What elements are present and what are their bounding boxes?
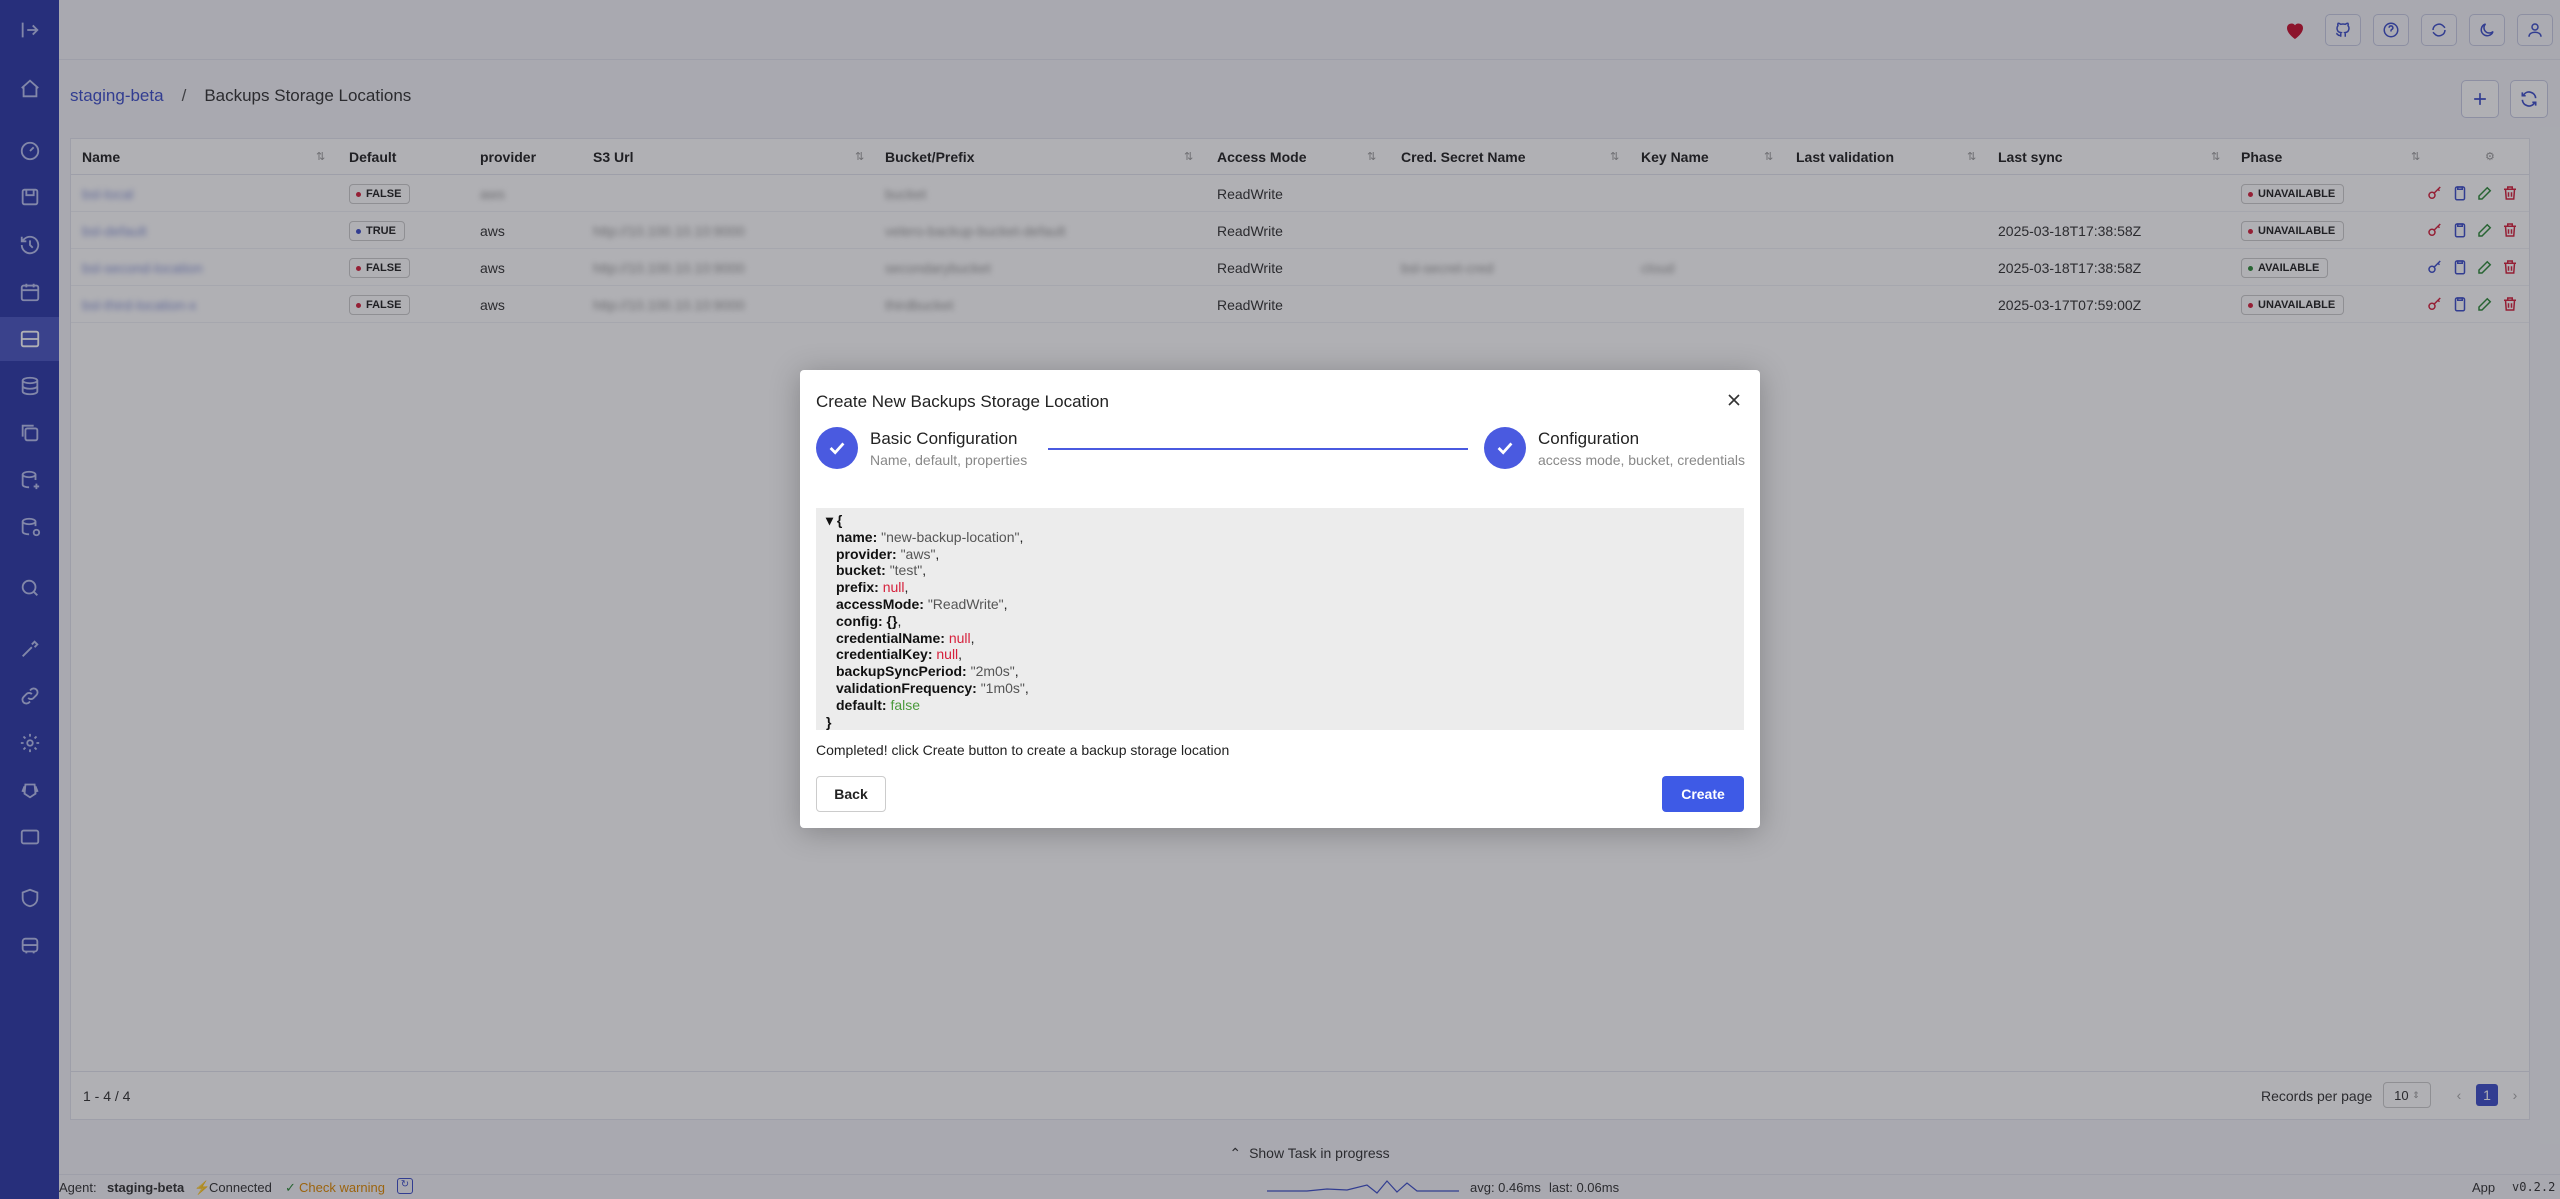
json-comma: , xyxy=(897,612,902,629)
json-line: bucket: "test", xyxy=(826,562,1744,579)
json-value: "new-backup-location" xyxy=(881,528,1020,545)
json-key: prefix: xyxy=(836,579,879,596)
json-line: config: {}, xyxy=(826,613,1744,630)
json-key: credentialName: xyxy=(836,629,945,646)
json-line: name: "new-backup-location", xyxy=(826,529,1744,546)
close-icon[interactable] xyxy=(1724,390,1744,410)
json-line: validationFrequency: "1m0s", xyxy=(826,680,1744,697)
json-open-brace: ▾ { xyxy=(826,512,843,528)
back-button[interactable]: Back xyxy=(816,776,886,812)
json-preview: ▾ { name: "new-backup-location", provider… xyxy=(816,508,1744,730)
json-comma: , xyxy=(1019,528,1024,545)
json-comma: , xyxy=(935,545,940,562)
json-line: backupSyncPeriod: "2m0s", xyxy=(826,663,1744,680)
step1-check-icon xyxy=(816,427,858,469)
json-line: credentialName: null, xyxy=(826,630,1744,647)
json-value: "1m0s" xyxy=(980,679,1025,696)
json-lines: name: "new-backup-location", provider: "a… xyxy=(826,529,1744,714)
json-close-brace: } xyxy=(826,713,832,730)
json-comma: , xyxy=(922,562,927,579)
json-key: name: xyxy=(836,528,878,545)
json-value: null xyxy=(936,646,959,663)
json-line: provider: "aws", xyxy=(826,546,1744,563)
create-button[interactable]: Create xyxy=(1662,776,1744,812)
json-value: "aws" xyxy=(900,545,936,562)
json-key: provider: xyxy=(836,545,897,562)
dialog-title: Create New Backups Storage Location xyxy=(816,392,1109,411)
json-key: credentialKey: xyxy=(836,646,933,663)
json-line: default: false xyxy=(826,697,1744,714)
stepper-line xyxy=(1048,448,1468,450)
json-comma: , xyxy=(904,579,909,596)
json-comma: , xyxy=(958,646,963,663)
step2-title: Configuration xyxy=(1538,429,1640,448)
json-line: credentialKey: null, xyxy=(826,646,1744,663)
json-line: prefix: null, xyxy=(826,579,1744,596)
json-key: validationFrequency: xyxy=(836,679,977,696)
json-key: accessMode: xyxy=(836,595,924,612)
step1-desc: Name, default, properties xyxy=(870,452,1028,468)
json-value: "test" xyxy=(889,562,923,579)
json-key: config: xyxy=(836,612,883,629)
json-value: "ReadWrite" xyxy=(927,595,1004,612)
json-value: {} xyxy=(886,612,898,629)
json-comma: , xyxy=(1024,679,1029,696)
json-value: null xyxy=(948,629,971,646)
completion-message: Completed! click Create button to create… xyxy=(816,742,1230,758)
json-comma: , xyxy=(1014,663,1019,680)
step2-check-icon xyxy=(1484,427,1526,469)
step1-title: Basic Configuration xyxy=(870,429,1018,448)
json-value: null xyxy=(882,579,905,596)
json-comma: , xyxy=(970,629,975,646)
json-comma: , xyxy=(1003,595,1008,612)
json-key: default: xyxy=(836,696,887,713)
json-close: } xyxy=(826,714,1744,731)
json-value: false xyxy=(890,696,921,713)
json-key: bucket: xyxy=(836,562,886,579)
json-key: backupSyncPeriod: xyxy=(836,663,967,680)
json-line: accessMode: "ReadWrite", xyxy=(826,596,1744,613)
json-open[interactable]: ▾ { xyxy=(826,512,1744,529)
step2-desc: access mode, bucket, credentials xyxy=(1538,452,1745,468)
json-value: "2m0s" xyxy=(970,663,1015,680)
create-bsl-dialog: Create New Backups Storage Location Basi… xyxy=(800,370,1760,828)
